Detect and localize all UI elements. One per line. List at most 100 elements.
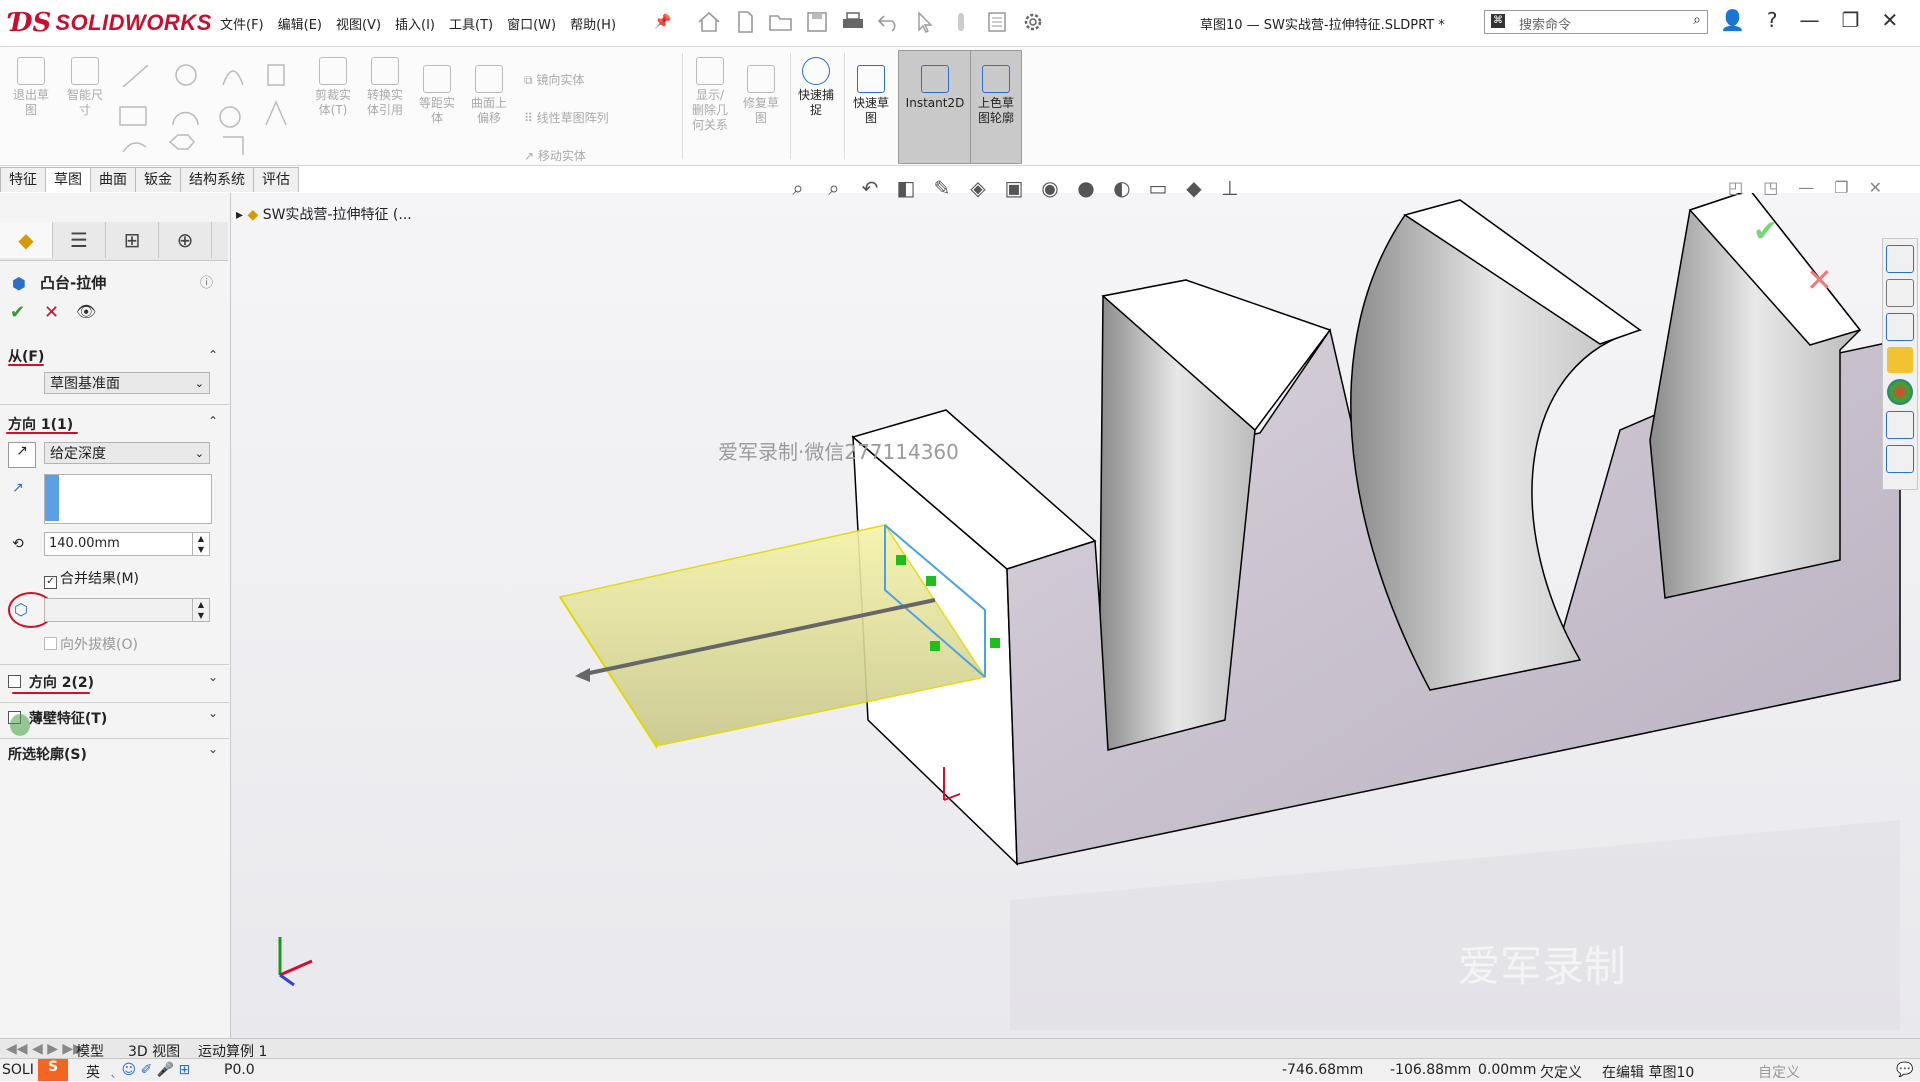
menu-window[interactable]: 窗口(W) [507, 14, 556, 33]
direction2-section-header[interactable]: 方向 2(2) [8, 672, 94, 692]
print-icon[interactable] [840, 10, 866, 34]
new-document-icon[interactable] [732, 10, 758, 34]
file-explorer-icon[interactable] [1886, 313, 1914, 341]
file-properties-icon[interactable] [984, 10, 1010, 34]
close-view-icon[interactable]: ✕ [1869, 178, 1882, 197]
linear-pattern-button[interactable]: ⠿ 线性草图阵列 [524, 99, 609, 137]
triad-icon[interactable]: ⊥ [1217, 176, 1243, 202]
close-icon[interactable]: ✕ [1881, 8, 1898, 32]
graphics-area[interactable]: 爱军录制·微信277114360 爱军录制 ✔ ✕ [231, 193, 1920, 1038]
display-relations-button[interactable]: 显示/ 删除几 何关系 [688, 57, 732, 133]
merge-result-checkbox[interactable]: ✓ 合并结果(M) [44, 568, 139, 589]
search-command-box[interactable]: ⌘ 搜索命令 ⌕ [1484, 10, 1708, 34]
move-entities-button[interactable]: ↗ 移动实体 [524, 137, 609, 175]
solidworks-logo[interactable]: ƊS SOLIDWORKS [10, 8, 212, 38]
rapid-sketch-button[interactable]: 快速草 图 [848, 65, 894, 126]
sketch-tools-icon-grid[interactable] [118, 57, 298, 157]
view-orientation-icon[interactable]: ◈ [965, 176, 991, 202]
convert-entities-button[interactable]: 转换实 体引用 [362, 57, 408, 118]
appearances-icon[interactable] [1887, 379, 1913, 405]
user-icon[interactable]: 👤 [1720, 8, 1745, 32]
tab-surfaces[interactable]: 曲面 [90, 167, 136, 192]
restore-icon[interactable]: ❐ [1842, 8, 1860, 32]
maximize-view-icon[interactable]: ◳ [1763, 178, 1778, 197]
cancel-x-icon[interactable]: ✕ [44, 302, 59, 323]
checkbox-unchecked-icon[interactable] [8, 675, 21, 688]
undo-icon[interactable] [876, 10, 902, 34]
custom-properties-icon[interactable] [1886, 411, 1914, 439]
tab-nav-arrows-icon[interactable]: ◀◀ ◀ ▶ ▶▶ [6, 1041, 84, 1057]
menu-tools[interactable]: 工具(T) [449, 14, 493, 33]
from-section-header[interactable]: 从(F) [8, 346, 44, 366]
apply-scene-icon[interactable]: ◐ [1109, 176, 1135, 202]
help-icon[interactable]: ? [1767, 8, 1778, 32]
selected-contours-section-header[interactable]: 所选轮廓(S) [8, 744, 87, 764]
draft-icon[interactable]: ⬡ [14, 600, 28, 619]
menu-file[interactable]: 文件(F) [220, 14, 264, 33]
zoom-to-area-icon[interactable]: ⌕ [821, 176, 847, 202]
menu-view[interactable]: 视图(V) [336, 14, 381, 33]
preview-eye-icon[interactable]: 👁 [76, 302, 96, 321]
select-arrow-icon[interactable] [912, 10, 938, 34]
zoom-to-fit-icon[interactable]: ⌕ [785, 176, 811, 202]
direction-reference-selection-box[interactable] [44, 474, 212, 524]
home-icon[interactable] [696, 10, 722, 34]
dimxpert-tab[interactable]: ⊕ [159, 222, 212, 258]
view-palette-icon[interactable] [1887, 347, 1913, 373]
solidworks-resources-icon[interactable] [1886, 245, 1914, 273]
offset-on-surface-button[interactable]: 曲面上 偏移 [466, 65, 512, 126]
hide-show-items-icon[interactable]: ◉ [1037, 176, 1063, 202]
smart-dimension-button[interactable]: 智能尺 寸 [60, 57, 110, 118]
tab-sketch[interactable]: 草图 [45, 167, 91, 192]
draft-spinner[interactable]: ▲ ▼ [192, 599, 209, 621]
section-view-icon[interactable]: ◧ [893, 176, 919, 202]
exit-sketch-button[interactable]: 退出草 图 [6, 57, 56, 118]
confirm-check-icon[interactable]: ✔ [1753, 214, 1778, 249]
options-gear-icon[interactable] [1020, 10, 1046, 34]
minimize-icon[interactable]: — [1800, 8, 1820, 32]
tab-evaluate[interactable]: 评估 [253, 167, 299, 192]
reverse-direction-button[interactable]: ↗ [8, 442, 36, 468]
repair-sketch-button[interactable]: 修复草 图 [738, 65, 784, 126]
split-view-icon[interactable]: ◰ [1728, 178, 1743, 197]
property-manager-tab[interactable]: ☰ [53, 222, 106, 258]
feature-tree-flyout[interactable]: ▸ ◆ SW实战营-拉伸特征 (... [236, 204, 412, 224]
forum-icon[interactable] [1886, 445, 1914, 473]
open-folder-icon[interactable] [768, 10, 794, 34]
display-cube-icon[interactable]: ◆ [1181, 176, 1207, 202]
direction1-section-header[interactable]: 方向 1(1) [8, 414, 73, 434]
previous-view-icon[interactable]: ↶ [857, 176, 883, 202]
from-start-condition-select[interactable]: 草图基准面 ⌄ [44, 372, 210, 394]
view-settings-icon[interactable]: ▭ [1145, 176, 1171, 202]
rebuild-icon[interactable] [948, 10, 974, 34]
units-custom[interactable]: 自定义 [1758, 1062, 1800, 1082]
ok-check-icon[interactable]: ✔ [10, 302, 25, 323]
display-style-icon[interactable]: ▣ [1001, 176, 1027, 202]
menu-insert[interactable]: 插入(I) [395, 14, 435, 33]
ime-language[interactable]: 英 [86, 1062, 100, 1082]
restore-view-icon[interactable]: ❐ [1834, 178, 1848, 197]
configuration-manager-tab[interactable]: ⊞ [106, 222, 159, 258]
edit-appearance-icon[interactable]: ● [1073, 176, 1099, 202]
design-library-icon[interactable] [1886, 279, 1914, 307]
feature-manager-tab[interactable]: ◆ [0, 222, 53, 258]
tab-sheet-metal[interactable]: 钣金 [135, 167, 181, 192]
dynamic-annotation-icon[interactable]: ✎ [929, 176, 955, 202]
save-icon[interactable] [804, 10, 830, 34]
ime-tools-icons[interactable]: ˎ ☺ ✐ 🎤 ⊞ [110, 1062, 190, 1078]
instant2d-button[interactable]: Instant2D [898, 50, 972, 164]
sogou-ime-icon[interactable]: S [38, 1059, 68, 1081]
offset-entities-button[interactable]: 等距实 体 [414, 65, 460, 126]
depth-spinner[interactable]: ▲ ▼ [192, 533, 209, 555]
tab-features[interactable]: 特征 [0, 167, 46, 192]
tab-structure-system[interactable]: 结构系统 [180, 167, 254, 192]
mirror-entities-button[interactable]: ⧉ 镜向实体 [524, 61, 609, 99]
menu-help[interactable]: 帮助(H) [570, 14, 616, 33]
depth-input[interactable]: 140.00mm ▲ ▼ [44, 532, 210, 556]
help-icon[interactable]: ⓘ [200, 272, 213, 291]
model-3d-view[interactable] [231, 193, 1920, 1038]
confirm-cancel-icon[interactable]: ✕ [1806, 261, 1833, 299]
draft-angle-input[interactable]: ▲ ▼ [44, 598, 210, 622]
draft-outward-checkbox[interactable]: 向外拔模(O) [44, 634, 138, 654]
search-icon[interactable]: ⌕ [1693, 12, 1701, 28]
